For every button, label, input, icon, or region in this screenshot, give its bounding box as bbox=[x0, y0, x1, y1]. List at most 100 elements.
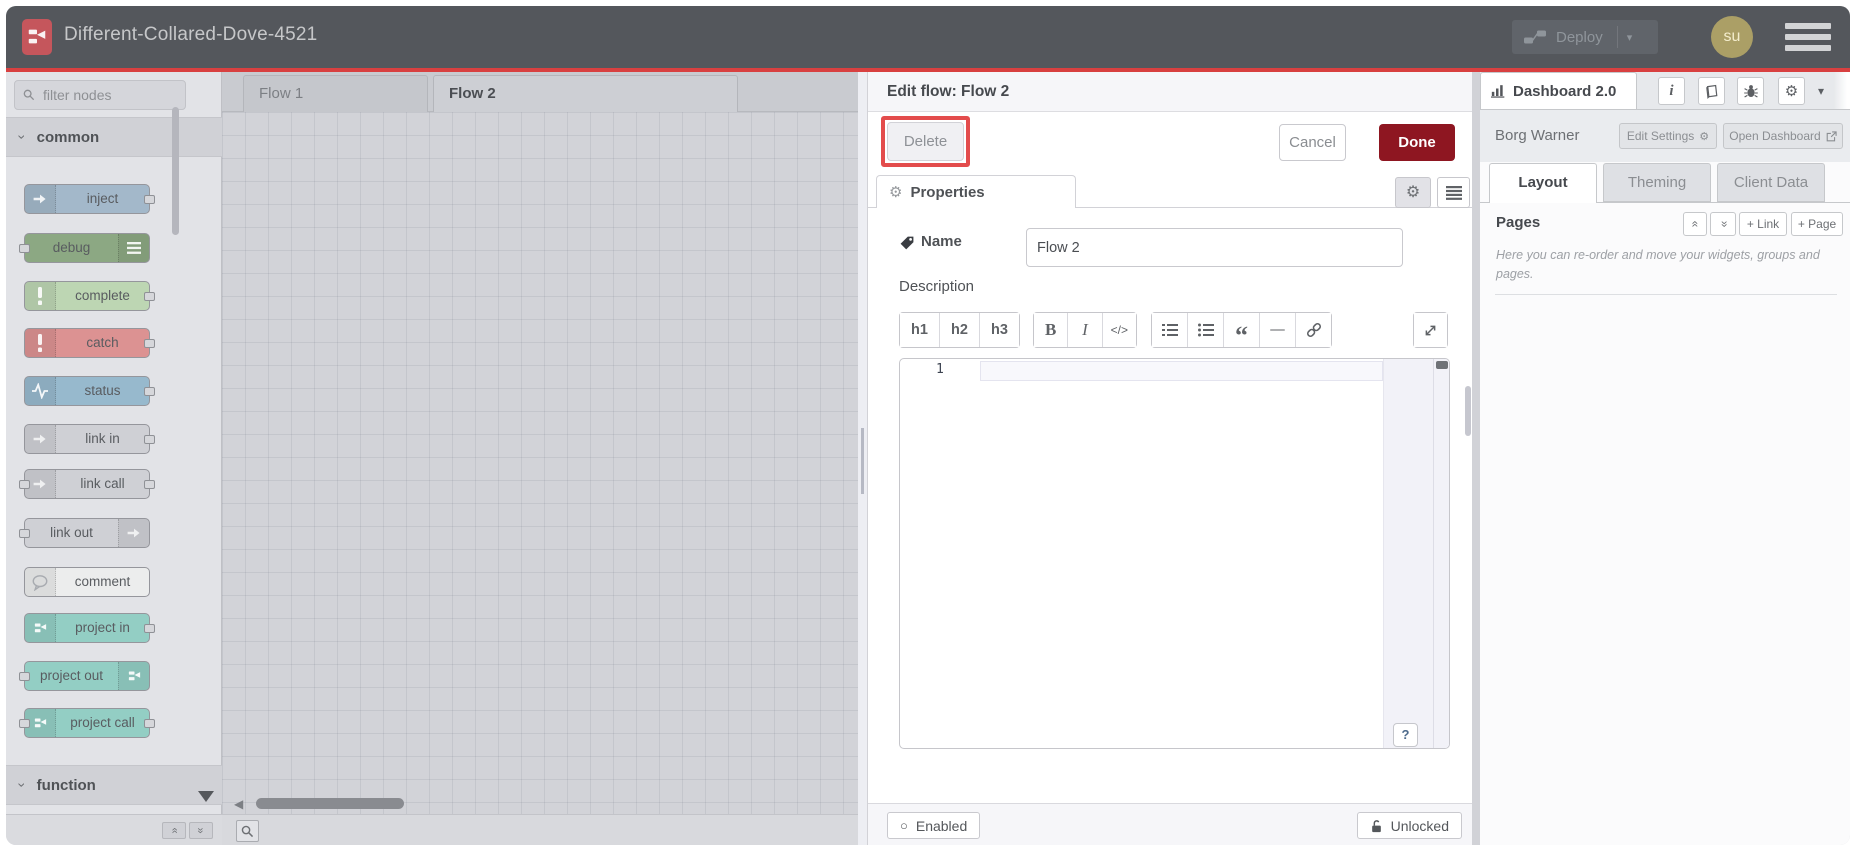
tab-client-data[interactable]: Client Data bbox=[1717, 163, 1825, 202]
palette-node-link-in[interactable]: link in bbox=[24, 424, 155, 454]
heading2-button[interactable]: h2 bbox=[940, 313, 980, 347]
palette-node-label: comment bbox=[74, 574, 131, 589]
tray-resize-handle[interactable] bbox=[858, 72, 867, 845]
palette-category-function[interactable]: › function bbox=[6, 765, 222, 805]
palette-node-project-out[interactable]: project out bbox=[19, 661, 150, 691]
edit-flow-dialog: Edit flow: Flow 2 Delete Cancel Done ⚙ P… bbox=[867, 72, 1473, 845]
bold-button[interactable]: B bbox=[1034, 313, 1069, 347]
palette-node-comment[interactable]: comment bbox=[24, 567, 150, 597]
info-tab-button[interactable]: i bbox=[1658, 77, 1685, 105]
palette-node-complete[interactable]: complete bbox=[24, 281, 155, 311]
italic-button[interactable]: I bbox=[1068, 313, 1103, 347]
palette-node-link-call[interactable]: link call bbox=[19, 469, 155, 499]
link-arrow-icon bbox=[25, 425, 56, 453]
edit-properties-toggle-button[interactable]: ⚙ bbox=[1395, 177, 1431, 208]
dialog-scrollbar[interactable] bbox=[1465, 386, 1471, 436]
delete-button[interactable]: Delete bbox=[887, 122, 964, 161]
markdown-help-button[interactable]: ? bbox=[1393, 723, 1418, 747]
horizontal-scrollbar[interactable] bbox=[256, 798, 404, 809]
move-down-button[interactable]: « bbox=[1710, 212, 1736, 236]
tab-flow-2[interactable]: Flow 2 bbox=[433, 75, 738, 112]
palette-node-link-out[interactable]: link out bbox=[19, 518, 150, 548]
add-page-button[interactable]: + Page bbox=[1791, 212, 1843, 236]
deploy-separator bbox=[1616, 26, 1618, 48]
debug-tab-button[interactable] bbox=[1737, 77, 1764, 105]
flow-enabled-toggle[interactable]: ○ Enabled bbox=[887, 812, 981, 839]
editor-scrollbar-thumb[interactable] bbox=[1436, 361, 1448, 369]
ordered-list-button[interactable] bbox=[1152, 313, 1188, 347]
add-link-button[interactable]: + Link bbox=[1739, 212, 1787, 236]
unordered-list-button[interactable] bbox=[1188, 313, 1224, 347]
expand-all-button[interactable]: « bbox=[189, 822, 213, 839]
expand-editor-button[interactable] bbox=[1414, 313, 1447, 347]
deploy-dropdown-icon[interactable]: ▾ bbox=[1627, 31, 1633, 44]
sidebar-separator[interactable] bbox=[1472, 72, 1480, 845]
done-button[interactable]: Done bbox=[1379, 124, 1455, 161]
gear-icon: ⚙ bbox=[1784, 83, 1799, 100]
deploy-button[interactable]: Deploy ▾ bbox=[1512, 20, 1658, 54]
link-button[interactable] bbox=[1296, 313, 1331, 347]
exclamation-icon bbox=[25, 282, 56, 310]
zigzag-icon bbox=[25, 377, 56, 405]
heading3-button[interactable]: h3 bbox=[980, 313, 1019, 347]
palette-node-label: project in bbox=[75, 620, 130, 635]
bar-chart-icon bbox=[1491, 85, 1505, 98]
blockquote-button[interactable]: “ bbox=[1224, 313, 1260, 349]
scroll-left-icon[interactable]: ◀ bbox=[234, 797, 243, 811]
palette-node-catch[interactable]: catch bbox=[24, 328, 155, 358]
palette-node-status[interactable]: status bbox=[24, 376, 155, 406]
palette-node-inject[interactable]: inject bbox=[24, 184, 155, 214]
palette-node-project-in[interactable]: project in bbox=[24, 613, 155, 643]
node-input-port bbox=[19, 672, 30, 681]
palette-node-project-call[interactable]: project call bbox=[19, 708, 155, 738]
project-name-label: Borg Warner bbox=[1495, 127, 1580, 144]
palette-scrollbar[interactable] bbox=[172, 107, 179, 235]
flow-canvas-grid[interactable] bbox=[222, 112, 858, 814]
node-input-port bbox=[19, 244, 30, 253]
list-icon bbox=[1445, 185, 1462, 200]
search-icon bbox=[241, 825, 254, 837]
code-button[interactable]: </> bbox=[1102, 313, 1136, 347]
palette-node-label: inject bbox=[86, 191, 119, 206]
external-link-icon bbox=[1826, 130, 1837, 141]
gear-icon: ⚙ bbox=[1405, 184, 1421, 201]
user-avatar[interactable]: su bbox=[1711, 16, 1753, 58]
heading-button-group: h1 h2 h3 bbox=[899, 312, 1020, 348]
tab-dashboard-2[interactable]: Dashboard 2.0 bbox=[1480, 72, 1850, 109]
move-up-button[interactable]: « bbox=[1683, 212, 1707, 236]
gear-icon: ⚙ bbox=[889, 184, 903, 201]
tab-theming[interactable]: Theming bbox=[1603, 163, 1711, 202]
horizontal-rule-button[interactable]: — bbox=[1260, 313, 1296, 347]
canvas-search-button[interactable] bbox=[236, 820, 259, 842]
flow-name-input[interactable] bbox=[1026, 228, 1403, 267]
palette-node-label: status bbox=[84, 383, 121, 398]
tab-layout[interactable]: Layout bbox=[1489, 163, 1597, 203]
main-menu-button[interactable] bbox=[1785, 23, 1831, 56]
sidebar-tabs-dropdown[interactable]: ▾ bbox=[1818, 77, 1824, 105]
flow-locked-toggle[interactable]: Unlocked bbox=[1356, 812, 1462, 839]
heading1-button[interactable]: h1 bbox=[900, 313, 940, 347]
collapse-all-button[interactable]: « bbox=[162, 822, 186, 839]
palette-node-label: link out bbox=[50, 525, 93, 540]
help-tab-button[interactable] bbox=[1698, 77, 1725, 105]
editor-line-number: 1 bbox=[936, 362, 944, 377]
project-icon bbox=[25, 614, 56, 642]
description-label: Description bbox=[899, 278, 975, 295]
link-arrow-icon bbox=[118, 519, 149, 547]
palette-node-debug[interactable]: debug bbox=[19, 233, 150, 263]
node-input-port bbox=[19, 529, 30, 538]
list-button-group: “ — bbox=[1151, 312, 1332, 349]
tab-flow-1[interactable]: Flow 1 bbox=[243, 75, 428, 112]
bubble-icon bbox=[25, 568, 56, 596]
hamburger-icon bbox=[1785, 23, 1831, 29]
node-description-toggle-button[interactable] bbox=[1437, 177, 1470, 208]
open-dashboard-button[interactable]: Open Dashboard bbox=[1723, 123, 1843, 149]
description-editor[interactable]: 1 ? bbox=[899, 358, 1450, 749]
tab-properties[interactable]: ⚙ Properties bbox=[876, 175, 1076, 208]
cancel-button[interactable]: Cancel bbox=[1279, 124, 1346, 161]
config-tab-button[interactable]: ⚙ bbox=[1778, 77, 1805, 105]
edit-settings-button[interactable]: Edit Settings ⚙ bbox=[1619, 123, 1717, 149]
node-output-port bbox=[144, 480, 155, 489]
bug-icon bbox=[1743, 85, 1758, 98]
editor-active-line bbox=[980, 361, 1383, 381]
